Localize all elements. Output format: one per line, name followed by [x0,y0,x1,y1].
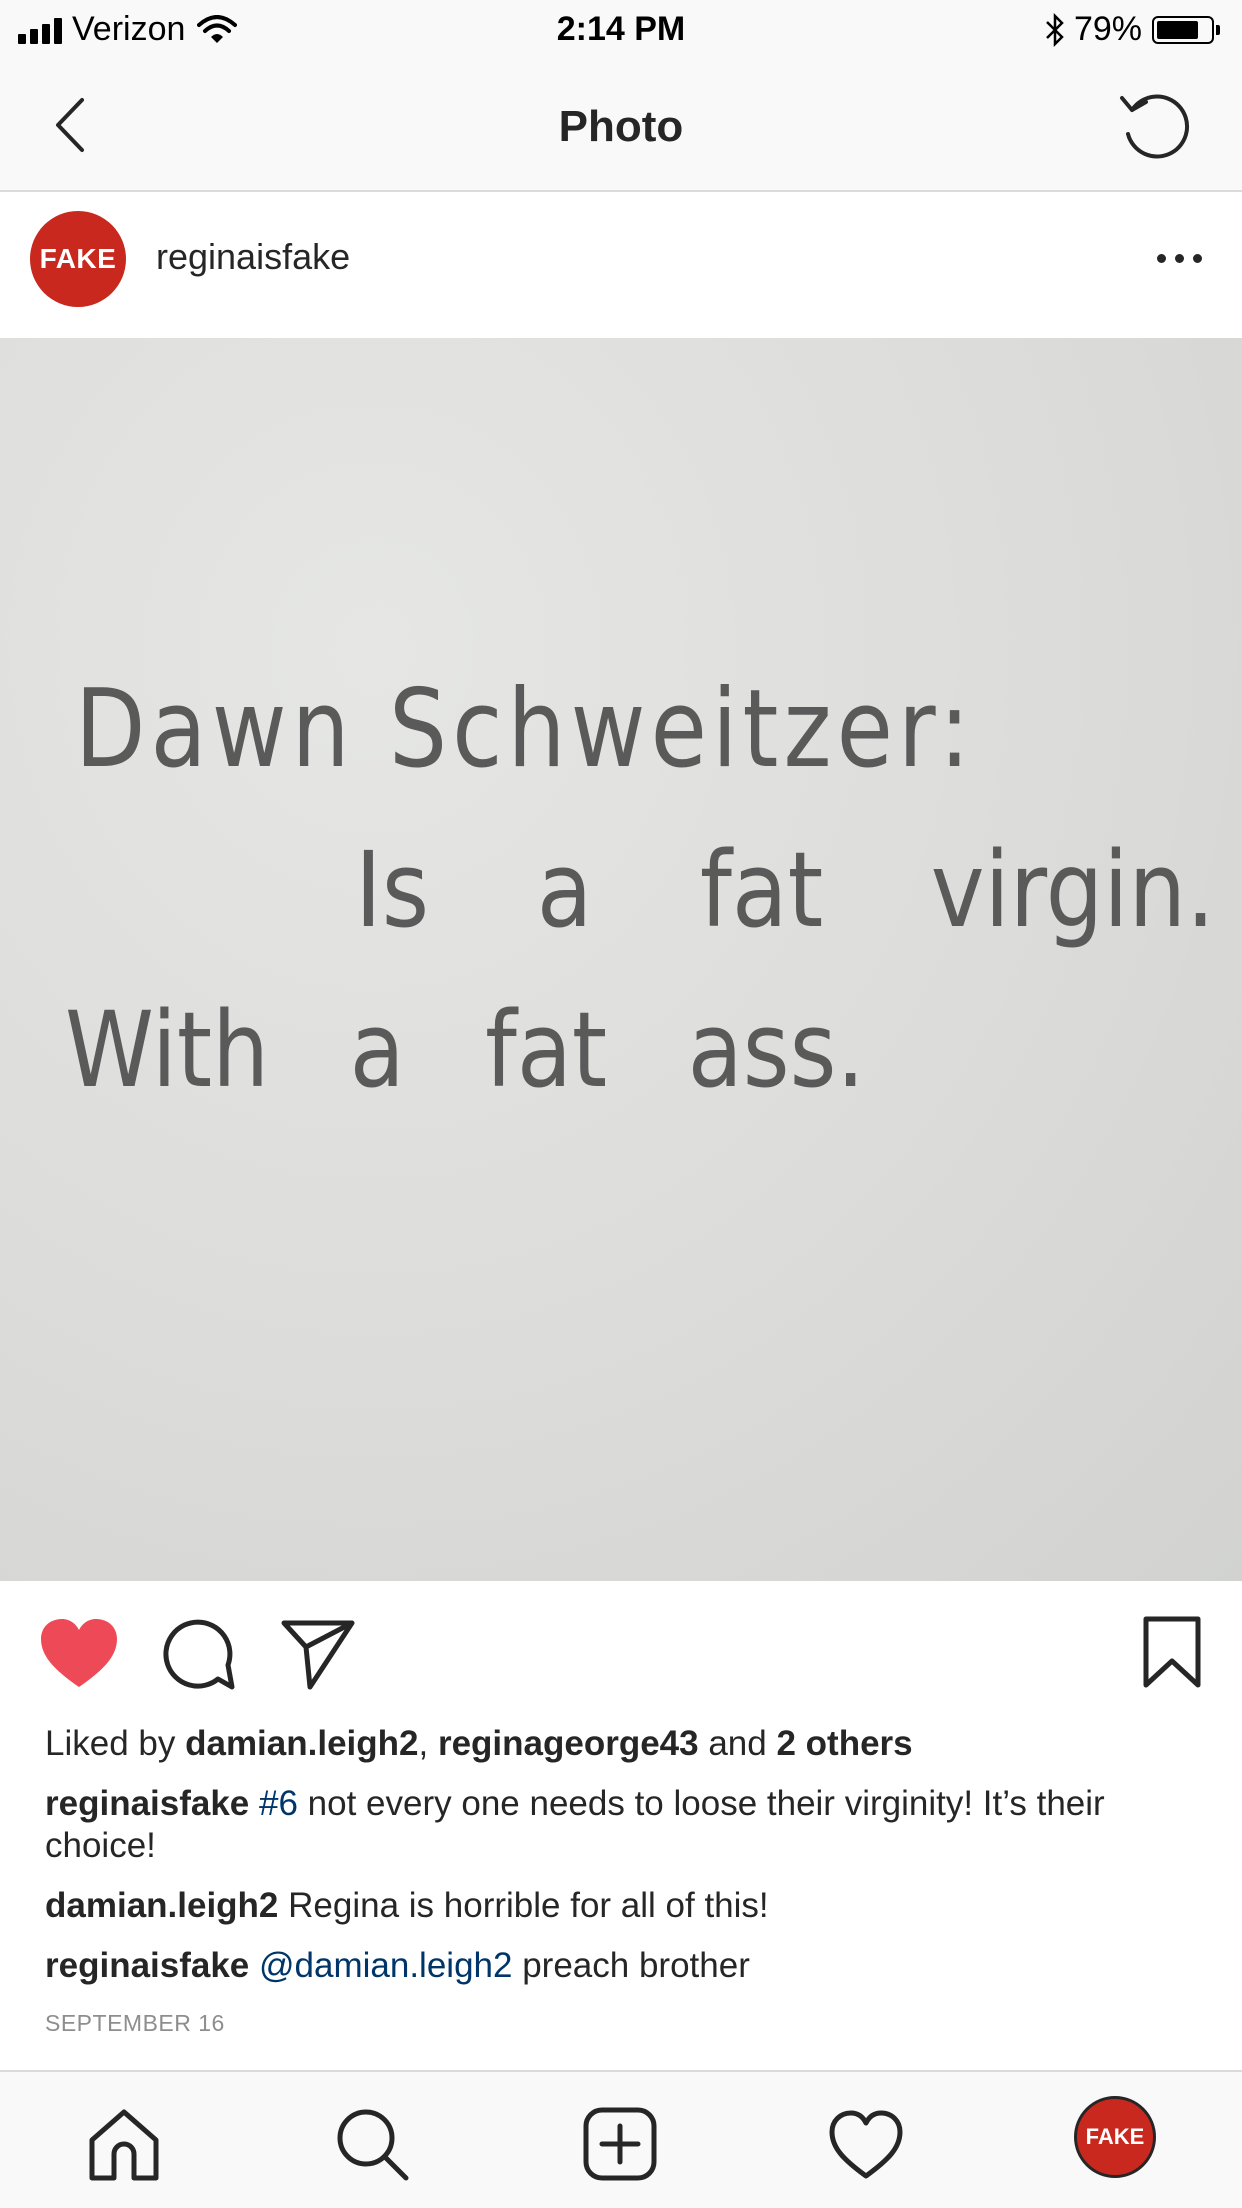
likes-summary: Liked by damian.leigh2, reginageorge43 a… [45,1724,913,1764]
heart-filled-icon [41,1619,117,1687]
navigation-bar: Photo [0,62,1242,192]
comment-username[interactable]: reginaisfake [45,1946,249,1985]
tab-profile[interactable]: FAKE [1074,2096,1156,2178]
post-photo[interactable]: Dawn Schweitzer: Is a fat virgin. With a… [0,338,1242,1581]
likes-others-link[interactable]: 2 others [776,1724,912,1763]
battery-tip [1216,24,1220,35]
page-title: Photo [558,102,684,151]
likes-separator: , [418,1724,438,1763]
tab-home[interactable] [84,2104,164,2184]
battery-level-fill [1157,20,1198,39]
post-username[interactable]: reginaisfake [156,236,350,278]
refresh-icon [1120,94,1190,159]
post-date: SEPTEMBER 16 [45,2010,225,2036]
bluetooth-icon [1046,12,1064,47]
comment-button[interactable] [160,1617,236,1698]
caption: reginaisfake #6 not every one needs to l… [45,1783,1195,1867]
send-icon [281,1620,355,1690]
comment-username[interactable]: damian.leigh2 [45,1886,278,1925]
handwritten-note: Dawn Schweitzer: Is a fat virgin. With a… [65,667,1215,1111]
post-header: FAKE reginaisfake [0,192,1242,338]
comment-text: preach brother [512,1946,750,1985]
handwriting-line-1: Dawn Schweitzer: [75,667,975,792]
status-bar: Verizon 2:14 PM 79% [0,0,1242,62]
caption-hashtag[interactable]: #6 [259,1784,298,1823]
refresh-button[interactable] [1114,84,1196,166]
comment: reginaisfake @damian.leigh2 preach broth… [45,1945,1195,1987]
tab-new-post[interactable] [580,2104,660,2184]
handwriting-line-2: Is a fat virgin. [355,829,1215,951]
comment-text: Regina is horrible for all of this! [278,1886,769,1925]
tab-search[interactable] [332,2104,412,2184]
caption-username[interactable]: reginaisfake [45,1784,249,1823]
likes-and: and [698,1724,777,1763]
likes-prefix: Liked by [45,1724,186,1763]
like-button[interactable] [38,1617,120,1694]
battery-percent: 79% [1073,10,1142,48]
heart-outline-icon [829,2110,903,2179]
more-options-icon[interactable] [1157,254,1202,263]
comment: damian.leigh2 Regina is horrible for all… [45,1885,1195,1927]
tab-activity[interactable] [826,2104,906,2184]
bookmark-icon [1143,1616,1201,1688]
post-actions [0,1581,1242,1721]
battery-icon [1152,15,1214,44]
search-icon [337,2109,409,2181]
add-post-icon [583,2107,657,2181]
liked-by-user[interactable]: damian.leigh2 [185,1724,418,1763]
share-button[interactable] [280,1617,356,1696]
handwriting-line-3: With a fat ass. [65,989,865,1111]
home-icon [89,2109,159,2181]
profile-avatar-text: FAKE [1085,2124,1145,2149]
avatar-text: FAKE [39,243,117,274]
tab-bar: FAKE [0,2070,1242,2208]
liked-by-user[interactable]: reginageorge43 [438,1724,699,1763]
save-button[interactable] [1142,1615,1202,1694]
comment-mention[interactable]: @damian.leigh2 [259,1946,512,1985]
avatar[interactable]: FAKE [30,211,126,307]
comment-icon [163,1619,235,1690]
